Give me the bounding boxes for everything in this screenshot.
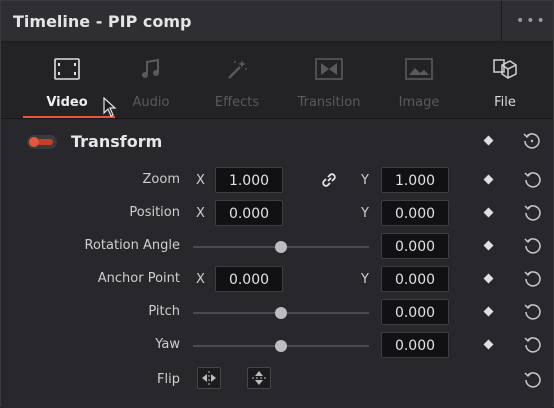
tab-image[interactable]: Image [373,42,465,118]
rotation-row: Rotation Angle 0.000 [1,233,553,261]
panel-options-menu-icon[interactable]: ••• [516,13,547,29]
zoom-keyframe-icon[interactable] [483,174,494,185]
flip-row: Flip [1,367,553,395]
flip-label: Flip [157,372,180,387]
active-tab-indicator [23,116,115,118]
tab-file[interactable]: File [459,42,551,118]
pitch-row: Pitch 0.000 [1,299,553,327]
position-row: Position X 0.000 Y 0.000 [1,200,553,228]
tab-image-label: Image [398,95,440,110]
film-icon [21,56,113,82]
flip-horizontal-icon [202,371,216,385]
tab-transition-label: Transition [297,95,361,110]
zoom-reset-icon[interactable] [521,169,543,191]
inspector-panel: Timeline - PIP comp ••• Video Audio Effe… [0,0,554,408]
pitch-slider-handle[interactable] [275,307,287,319]
rotation-slider-handle[interactable] [275,241,287,253]
anchor-y-field[interactable]: 0.000 [381,266,449,292]
yaw-row: Yaw 0.000 [1,332,553,360]
tab-audio-label: Audio [132,95,170,110]
pitch-field[interactable]: 0.000 [381,299,449,325]
panel-titlebar: Timeline - PIP comp ••• [1,1,553,42]
section-title: Transform [71,132,163,151]
image-icon [373,56,465,82]
transition-icon [283,56,375,82]
flip-reset-icon[interactable] [521,369,543,391]
yaw-reset-icon[interactable] [521,334,543,356]
reset-all-icon[interactable] [521,130,543,152]
file-icon [459,56,551,82]
transform-header: Transform [1,127,553,155]
pitch-label: Pitch [148,304,180,319]
zoom-y-field[interactable]: 1.000 [381,167,449,193]
transform-section: Transform Zoom X 1.000 Y 1.000 Position … [1,119,553,408]
zoom-label: Zoom [142,172,180,187]
tab-transition[interactable]: Transition [283,42,375,118]
music-note-icon [105,56,197,82]
rotation-reset-icon[interactable] [521,235,543,257]
toggle-knob [29,137,39,147]
anchor-x-field[interactable]: 0.000 [215,266,283,292]
yaw-keyframe-icon[interactable] [483,339,494,350]
anchor-keyframe-icon[interactable] [483,273,494,284]
position-y-label: Y [361,206,369,221]
position-label: Position [129,205,180,220]
zoom-x-label: X [196,173,205,188]
link-icon[interactable] [320,171,338,189]
magic-wand-icon [191,56,283,82]
tab-effects-label: Effects [214,95,260,110]
rotation-label: Rotation Angle [84,238,181,253]
tab-video-label: Video [46,95,88,110]
tab-effects[interactable]: Effects [191,42,283,118]
inspector-tabs: Video Audio Effects Transition Image Fil… [1,42,553,119]
tab-video[interactable]: Video [21,42,113,118]
flip-vertical-icon [252,371,266,385]
panel-title: Timeline - PIP comp [13,11,192,31]
keyframe-diamond-icon[interactable] [483,135,494,146]
position-y-field[interactable]: 0.000 [381,200,449,226]
anchor-row: Anchor Point X 0.000 Y 0.000 [1,266,553,294]
rotation-field[interactable]: 0.000 [381,233,449,259]
anchor-reset-icon[interactable] [521,268,543,290]
transform-enable-toggle[interactable] [27,135,57,149]
anchor-label: Anchor Point [97,271,180,286]
pitch-keyframe-icon[interactable] [483,306,494,317]
flip-horizontal-button[interactable] [197,367,221,389]
position-keyframe-icon[interactable] [483,207,494,218]
rotation-keyframe-icon[interactable] [483,240,494,251]
zoom-x-field[interactable]: 1.000 [215,167,283,193]
anchor-y-label: Y [361,272,369,287]
pitch-reset-icon[interactable] [521,301,543,323]
position-x-field[interactable]: 0.000 [215,200,283,226]
zoom-row: Zoom X 1.000 Y 1.000 [1,167,553,195]
position-reset-icon[interactable] [521,202,543,224]
titlebar-divider [501,1,502,41]
yaw-slider-handle[interactable] [275,340,287,352]
anchor-x-label: X [196,272,205,287]
tab-file-label: File [494,95,516,110]
yaw-label: Yaw [155,337,180,352]
flip-vertical-button[interactable] [247,367,271,389]
mouse-pointer-icon [103,97,117,117]
tab-audio[interactable]: Audio [105,42,197,118]
toggle-track [37,139,53,145]
zoom-y-label: Y [361,173,369,188]
yaw-field[interactable]: 0.000 [381,332,449,358]
position-x-label: X [196,206,205,221]
